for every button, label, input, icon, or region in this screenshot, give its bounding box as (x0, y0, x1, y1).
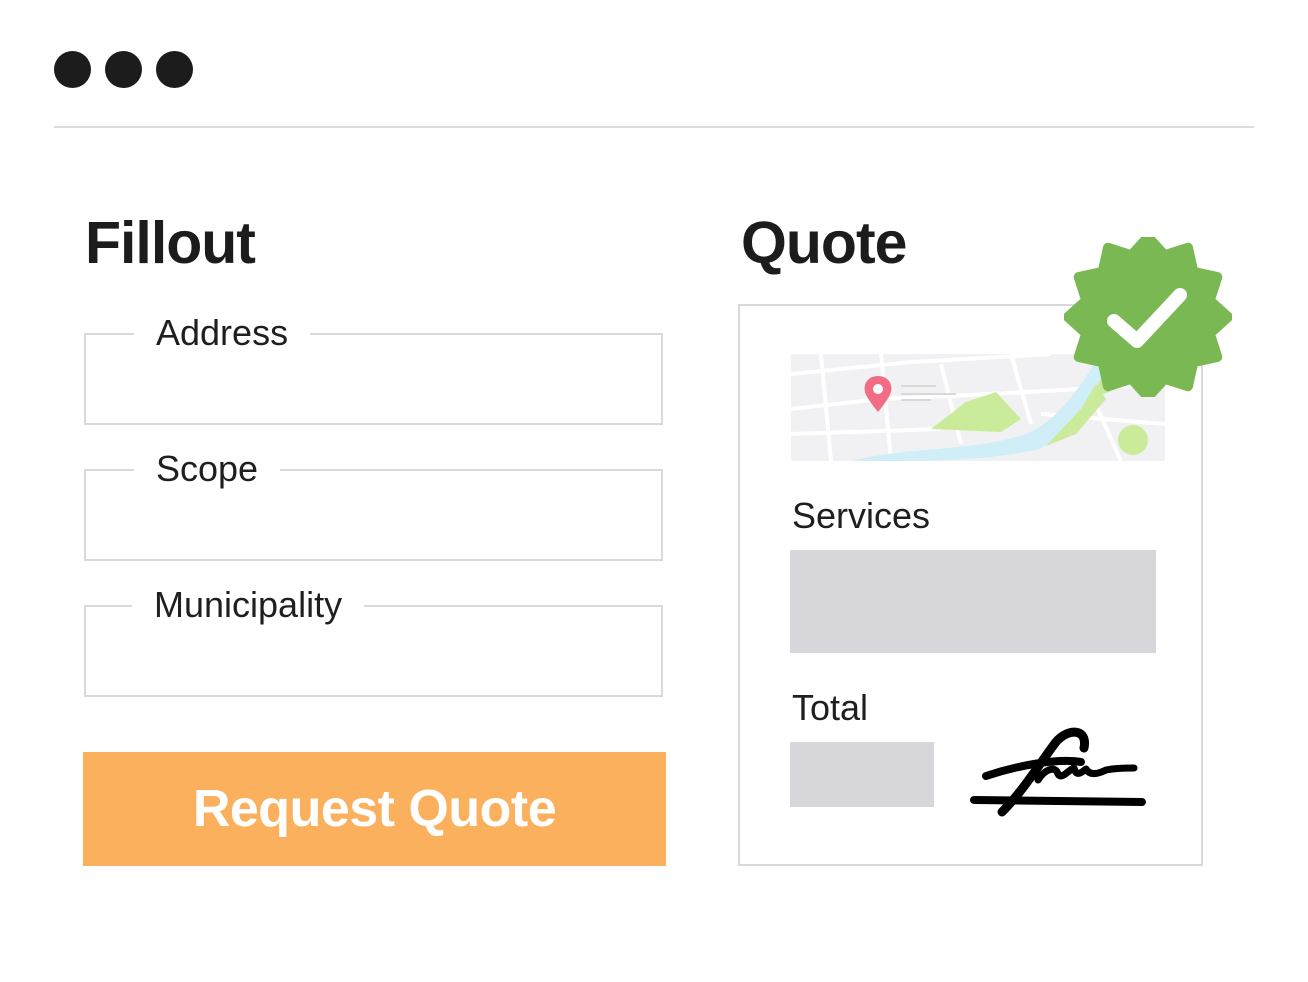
quote-title: Quote (741, 210, 907, 276)
fillout-title: Fillout (85, 210, 256, 276)
scope-field[interactable]: Scope (84, 447, 663, 561)
address-field[interactable]: Address (84, 311, 663, 425)
window-dot[interactable] (156, 51, 193, 88)
services-placeholder (790, 550, 1156, 653)
header-divider (54, 126, 1254, 128)
services-label: Services (792, 495, 931, 536)
signature-icon (970, 727, 1146, 817)
verified-badge-icon (1064, 237, 1232, 397)
scope-label: Scope (134, 447, 281, 491)
municipality-label: Municipality (132, 583, 365, 627)
window-dot[interactable] (54, 51, 91, 88)
total-label: Total (792, 687, 869, 728)
request-quote-button[interactable]: Request Quote (83, 752, 666, 866)
total-placeholder (790, 742, 934, 807)
municipality-field[interactable]: Municipality (84, 583, 663, 697)
window-controls (54, 51, 193, 88)
window-dot[interactable] (105, 51, 142, 88)
address-label: Address (134, 311, 311, 355)
